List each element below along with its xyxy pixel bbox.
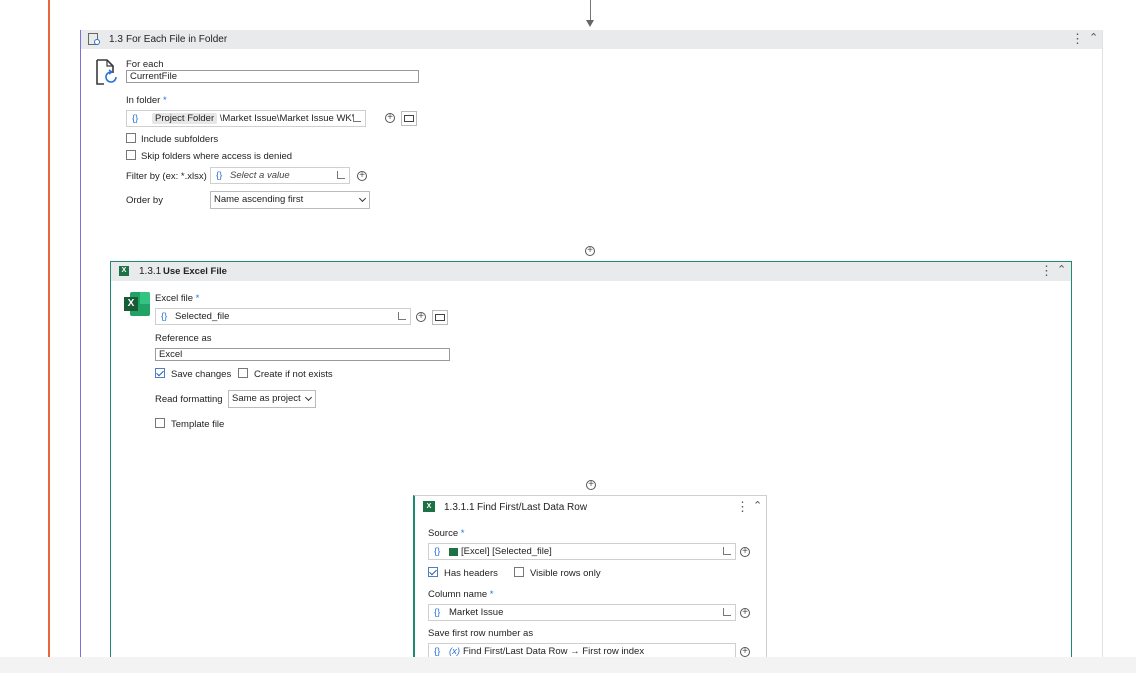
excel-icon: X <box>423 501 435 512</box>
order-by-select[interactable]: Name ascending first <box>210 191 370 209</box>
column-name-value: Market Issue <box>449 607 504 618</box>
chevron-down-icon <box>358 194 367 203</box>
visible-rows-only-checkbox[interactable] <box>514 567 524 577</box>
for-each-file-big-icon <box>95 59 117 85</box>
add-plus-icon[interactable]: + <box>385 113 395 123</box>
expand-icon[interactable] <box>723 547 731 555</box>
card-title: Use Excel File <box>163 266 227 277</box>
expand-icon[interactable] <box>398 312 406 320</box>
add-plus-icon[interactable]: + <box>416 312 426 322</box>
chevron-down-icon <box>304 393 313 402</box>
reference-as-label: Reference as <box>155 333 212 344</box>
add-plus-icon[interactable]: + <box>357 171 367 181</box>
skip-folders-label: Skip folders where access is denied <box>141 151 293 162</box>
expression-icon: {} <box>161 311 168 322</box>
source-input[interactable]: {} [Excel] [Selected_file] <box>428 543 736 560</box>
include-subfolders-label: Include subfolders <box>141 134 219 145</box>
excel-file-label: Excel file * <box>155 293 200 304</box>
collapse-icon[interactable]: ⌃ <box>1057 264 1066 276</box>
order-by-label: Order by <box>126 195 163 206</box>
filter-label: Filter by (ex: *.xlsx) <box>126 171 207 182</box>
expression-icon: {} <box>434 546 441 557</box>
read-formatting-select[interactable]: Same as project <box>228 390 316 408</box>
excel-small-icon <box>449 548 458 556</box>
save-changes-checkbox[interactable] <box>155 368 165 378</box>
connector-line <box>590 0 591 22</box>
save-first-row-label: Save first row number as <box>428 628 534 639</box>
more-options-icon[interactable]: ⋮ <box>1040 264 1053 277</box>
read-formatting-value: Same as project <box>232 393 301 404</box>
filter-placeholder: Select a value <box>230 170 290 181</box>
card-title: Find First/Last Data Row <box>477 502 588 513</box>
browse-file-button[interactable] <box>432 310 448 325</box>
expand-icon[interactable] <box>723 608 731 616</box>
collapse-icon[interactable]: ⌃ <box>1089 32 1098 44</box>
expand-icon[interactable] <box>353 114 361 122</box>
expression-icon: {} <box>132 113 139 124</box>
create-if-not-exists-label: Create if not exists <box>254 369 333 380</box>
filter-input[interactable]: {} Select a value <box>210 167 350 184</box>
in-folder-label: In folder * <box>126 95 167 106</box>
visible-rows-only-label: Visible rows only <box>530 568 601 579</box>
source-label: Source * <box>428 528 465 539</box>
card-title: For Each File in Folder <box>126 34 228 45</box>
has-headers-checkbox[interactable] <box>428 567 438 577</box>
column-name-label: Column name * <box>428 589 494 600</box>
skip-folders-checkbox[interactable] <box>126 150 136 160</box>
step-number: 1.3.1.1 <box>444 502 475 513</box>
add-step-icon[interactable]: + <box>586 480 596 490</box>
step-number: 1.3.1 <box>139 266 162 277</box>
expression-icon: {} <box>216 170 223 181</box>
folder-icon <box>435 314 445 321</box>
template-file-checkbox[interactable] <box>155 418 165 428</box>
in-folder-input[interactable]: {} Project Folder \Market Issue\Market I… <box>126 110 366 127</box>
order-by-value: Name ascending first <box>214 194 304 205</box>
template-file-label: Template file <box>171 419 225 430</box>
connector-arrow-icon <box>586 20 594 27</box>
file-loop-arrow-icon <box>94 39 100 45</box>
collapse-icon[interactable]: ⌃ <box>753 500 762 512</box>
add-plus-icon[interactable]: + <box>740 647 750 657</box>
in-folder-value: Project Folder \Market Issue\Market Issu… <box>152 111 354 126</box>
reference-as-input[interactable]: Excel <box>155 348 450 361</box>
excel-file-value: Selected_file <box>175 311 230 322</box>
flow-line-orange <box>48 0 50 657</box>
for-each-card-header[interactable]: 1.3 For Each File in Folder ⋮ ⌃ <box>81 30 1102 49</box>
expand-icon[interactable] <box>337 171 345 179</box>
more-options-icon[interactable]: ⋮ <box>736 500 749 513</box>
include-subfolders-checkbox[interactable] <box>126 133 136 143</box>
step-number: 1.3 <box>109 34 123 45</box>
folder-icon <box>404 115 414 122</box>
bottom-scroll-area <box>0 657 1136 673</box>
excel-file-input[interactable]: {} Selected_file <box>155 308 411 325</box>
expression-icon: {} <box>434 607 441 618</box>
use-excel-card-header[interactable]: X 1.3.1 Use Excel File ⋮ ⌃ <box>111 262 1071 281</box>
column-name-input[interactable]: {} Market Issue <box>428 604 736 621</box>
add-plus-icon[interactable]: + <box>740 608 750 618</box>
for-each-input[interactable]: CurrentFile <box>126 70 419 83</box>
has-headers-label: Has headers <box>444 568 498 579</box>
find-data-row-card: X 1.3.1.1 Find First/Last Data Row ⋮ ⌃ S… <box>413 495 767 660</box>
excel-letter: X <box>124 297 138 311</box>
add-step-icon[interactable]: + <box>585 246 595 256</box>
for-each-label: For each <box>126 59 164 70</box>
read-formatting-label: Read formatting <box>155 394 223 405</box>
excel-big-icon: X <box>124 292 150 316</box>
browse-folder-button[interactable] <box>401 111 417 126</box>
more-options-icon[interactable]: ⋮ <box>1071 32 1084 45</box>
excel-icon: X <box>119 266 129 276</box>
source-value: [Excel] [Selected_file] <box>461 546 552 557</box>
save-changes-label: Save changes <box>171 369 232 380</box>
add-plus-icon[interactable]: + <box>740 547 750 557</box>
create-if-not-exists-checkbox[interactable] <box>238 368 248 378</box>
